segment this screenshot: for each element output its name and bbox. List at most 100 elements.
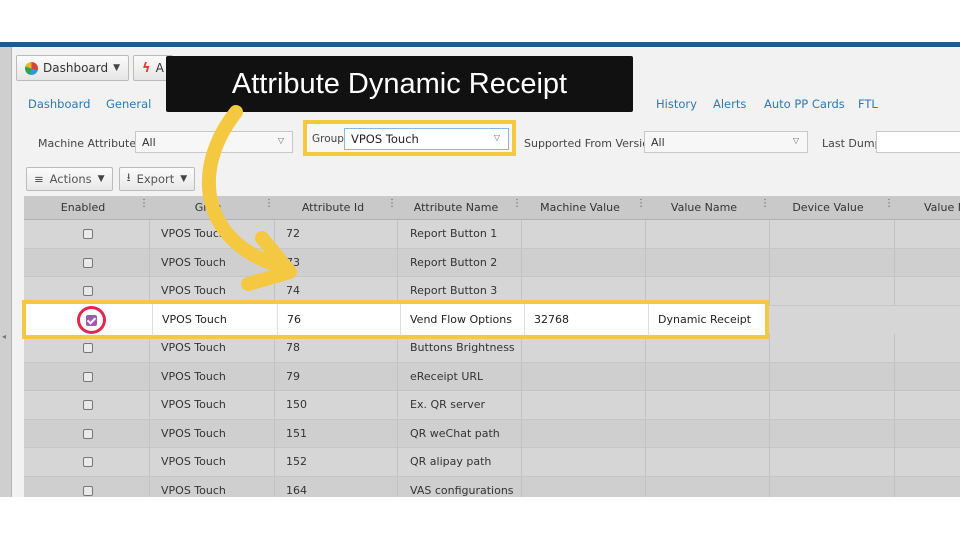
- column-menu-icon[interactable]: ⋮: [139, 199, 149, 209]
- cell-name: Ex. QR server: [410, 398, 486, 411]
- chevron-down-icon: ▼: [113, 63, 121, 73]
- column-divider: [397, 476, 398, 497]
- tab-ftl[interactable]: FTL: [858, 97, 878, 111]
- column-menu-icon[interactable]: ⋮: [387, 199, 397, 209]
- column-divider: [397, 391, 398, 419]
- column-divider: [521, 220, 522, 248]
- column-divider: [277, 304, 278, 335]
- supported-from-version-select[interactable]: All ▽: [644, 131, 808, 153]
- column-divider: [894, 248, 895, 277]
- column-divider: [149, 248, 150, 277]
- column-divider: [397, 448, 398, 476]
- column-header-attribute-name[interactable]: Attribute Name: [397, 196, 515, 220]
- column-divider: [521, 476, 522, 497]
- column-header-group[interactable]: Grou: [149, 196, 267, 220]
- cell-name: QR alipay path: [410, 455, 492, 468]
- dashboard-button-label: Dashboard: [43, 61, 109, 75]
- dashboard-button[interactable]: Dashboard ▼: [16, 55, 130, 81]
- tab-auto-pp-cards[interactable]: Auto PP Cards: [764, 97, 845, 111]
- column-divider: [149, 391, 150, 419]
- tab-history[interactable]: History: [656, 97, 697, 111]
- column-header-attribute-id[interactable]: Attribute Id: [274, 196, 392, 220]
- table-row[interactable]: VPOS Touch 72 Report Button 1: [24, 220, 960, 249]
- tab-general[interactable]: General: [106, 97, 151, 111]
- lightning-icon: ϟ: [142, 60, 151, 76]
- group-label: Group: [312, 133, 344, 145]
- cell-value-name: Dynamic Receipt: [658, 313, 752, 326]
- cell-group: VPOS Touch: [161, 369, 226, 383]
- last-dump-field[interactable]: [876, 131, 960, 153]
- column-divider: [645, 248, 646, 277]
- dropdown-arrow-icon: ▽: [792, 136, 799, 145]
- collapse-arrow-icon[interactable]: ◂: [2, 332, 6, 341]
- enabled-checkbox[interactable]: [83, 485, 93, 496]
- enabled-checkbox[interactable]: [83, 343, 93, 353]
- enabled-checkbox[interactable]: [83, 428, 93, 439]
- column-divider: [769, 362, 770, 391]
- cell-group: VPOS Touch: [162, 313, 227, 326]
- column-divider: [274, 419, 275, 448]
- column-divider: [521, 391, 522, 419]
- download-icon: ⭳: [126, 169, 131, 184]
- enabled-checkbox[interactable]: [83, 229, 93, 239]
- column-header-device-value[interactable]: Device Value: [769, 196, 887, 220]
- column-divider: [645, 391, 646, 419]
- column-divider: [149, 476, 150, 497]
- tab-alerts[interactable]: Alerts: [713, 97, 746, 111]
- column-menu-icon[interactable]: ⋮: [884, 199, 894, 209]
- column-divider: [521, 419, 522, 448]
- chevron-down-icon: ▼: [97, 174, 105, 184]
- column-header-machine-value[interactable]: Machine Value: [521, 196, 639, 220]
- selected-row-highlight[interactable]: VPOS Touch 76 Vend Flow Options 32768 Dynami…: [22, 300, 769, 339]
- table-row[interactable]: VPOS Touch 79 eReceipt URL: [24, 362, 960, 391]
- enabled-checkbox[interactable]: [83, 286, 93, 296]
- dropdown-arrow-icon: ▽: [277, 136, 284, 145]
- cell-id: 79: [286, 369, 300, 383]
- enabled-checkbox[interactable]: [83, 400, 93, 410]
- table-row[interactable]: VPOS Touch 73 Report Button 2: [24, 248, 960, 277]
- enabled-checkbox[interactable]: [83, 371, 93, 382]
- table-row[interactable]: VPOS Touch 150 Ex. QR server: [24, 391, 960, 420]
- column-divider: [894, 448, 895, 476]
- column-divider: [769, 448, 770, 476]
- tab-dashboard[interactable]: Dashboard: [28, 97, 90, 111]
- table-row[interactable]: VPOS Touch 151 QR weChat path: [24, 419, 960, 448]
- table-row[interactable]: VPOS Touch 152 QR alipay path: [24, 448, 960, 477]
- column-divider: [274, 362, 275, 391]
- column-divider: [524, 304, 525, 335]
- supported-from-version-value: All: [651, 136, 665, 149]
- machine-attributes-select[interactable]: All ▽: [135, 131, 293, 153]
- column-header-enabled[interactable]: Enabled: [24, 196, 142, 220]
- cell-group: VPOS Touch: [161, 483, 226, 497]
- column-divider: [769, 334, 770, 362]
- column-divider: [645, 448, 646, 476]
- column-divider: [769, 277, 770, 305]
- column-divider: [645, 362, 646, 391]
- actions-button[interactable]: ≡ Actions ▼: [26, 167, 113, 191]
- cell-id: 73: [286, 255, 300, 269]
- column-divider: [894, 391, 895, 419]
- left-collapse-bar[interactable]: ◂: [0, 47, 12, 497]
- export-button[interactable]: ⭳ Export ▼: [118, 167, 196, 191]
- enabled-checkbox[interactable]: [83, 257, 93, 268]
- column-divider: [397, 248, 398, 277]
- enabled-checkbox-checked[interactable]: [86, 315, 97, 326]
- group-select[interactable]: VPOS Touch ▽: [344, 128, 509, 150]
- column-divider: [274, 476, 275, 497]
- cell-name: VAS configurations: [410, 483, 514, 497]
- machine-attributes-value: All: [142, 136, 156, 149]
- column-divider: [397, 362, 398, 391]
- menu-icon: ≡: [34, 172, 44, 186]
- cell-group: VPOS Touch: [161, 426, 226, 440]
- app-window: ◂ Dashboard ▼ ϟ A Dashboard General Hist…: [0, 47, 960, 497]
- cell-name: Vend Flow Options: [410, 313, 512, 326]
- cell-name: QR weChat path: [410, 426, 500, 440]
- cell-id: 72: [286, 227, 300, 240]
- column-divider: [894, 476, 895, 497]
- column-header-value-name[interactable]: Value Name: [645, 196, 763, 220]
- enabled-checkbox[interactable]: [83, 457, 93, 467]
- column-menu-icon[interactable]: ⋮: [264, 199, 274, 209]
- column-divider: [149, 448, 150, 476]
- table-row[interactable]: VPOS Touch 164 VAS configurations: [24, 476, 960, 497]
- column-header-value-name-2[interactable]: Value N: [894, 196, 960, 220]
